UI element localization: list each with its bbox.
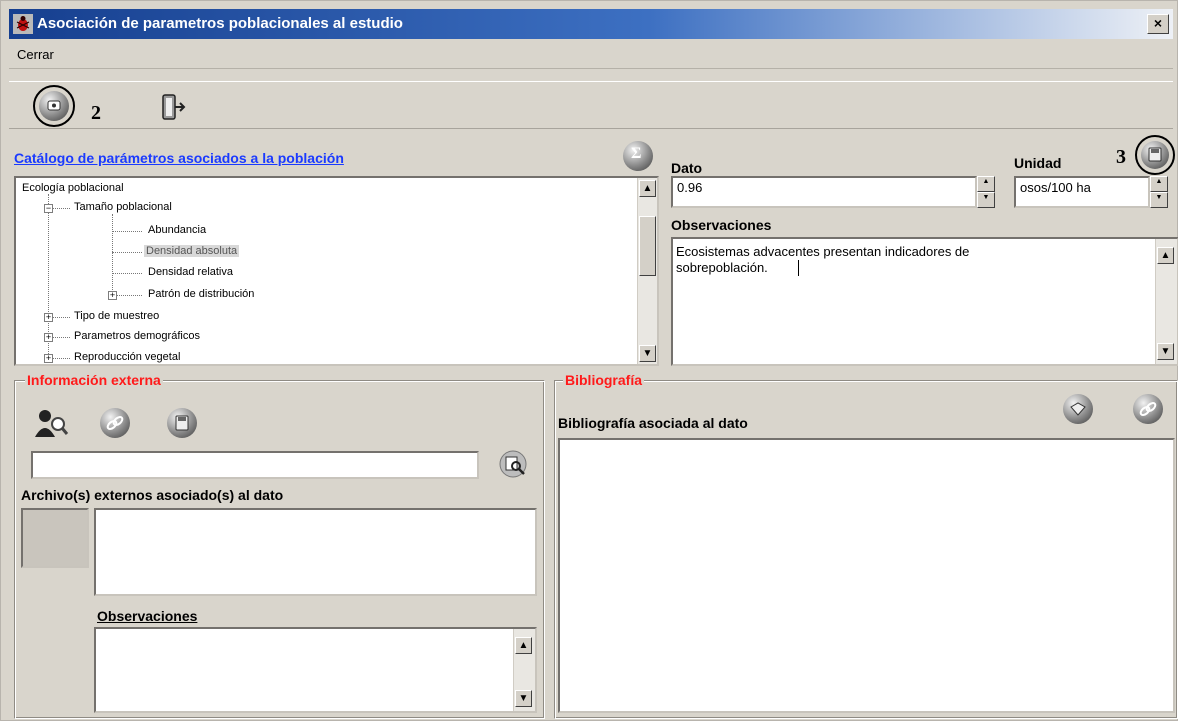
- bibliografia-list[interactable]: [558, 438, 1175, 713]
- scroll-up-button[interactable]: ▲: [515, 637, 532, 654]
- spin-up-button[interactable]: ▲: [1150, 176, 1168, 192]
- exit-door-icon[interactable]: [157, 92, 187, 122]
- tree-expand-toggle[interactable]: +: [44, 333, 53, 342]
- tree-content: − + + + + Ecología poblacional Tamaño po…: [16, 178, 636, 364]
- tree-item[interactable]: Densidad relativa: [148, 266, 233, 278]
- file-preview-box: [21, 508, 89, 568]
- scroll-down-button[interactable]: ▼: [639, 345, 656, 362]
- toolbar: 2: [9, 81, 1173, 129]
- bibliografia-subtitle: Bibliografía asociada al dato: [558, 415, 748, 431]
- observaciones-label: Observaciones: [671, 217, 772, 233]
- tree-item[interactable]: Reproducción vegetal: [74, 351, 180, 363]
- tree-item[interactable]: Tipo de muestreo: [74, 310, 159, 322]
- link-icon[interactable]: [100, 408, 130, 438]
- spin-up-button[interactable]: ▲: [977, 176, 995, 192]
- dialog-window: Asociación de parametros poblacionales a…: [0, 0, 1178, 721]
- menu-item-cerrar[interactable]: Cerrar: [17, 47, 54, 62]
- scroll-down-button[interactable]: ▼: [515, 690, 532, 707]
- tree-expand-toggle[interactable]: +: [108, 291, 117, 300]
- tree-connector: [112, 214, 113, 296]
- observaciones-scrollbar[interactable]: ▲ ▼: [1155, 239, 1177, 364]
- spin-down-button[interactable]: ▼: [1150, 192, 1168, 208]
- title-bar: Asociación de parametros poblacionales a…: [9, 9, 1173, 39]
- dato-label: Dato: [671, 160, 703, 176]
- menu-bar: Cerrar: [9, 41, 1173, 69]
- tree-item[interactable]: Abundancia: [148, 224, 206, 236]
- app-bug-icon: [13, 14, 33, 34]
- window-title: Asociación de parametros poblacionales a…: [37, 15, 403, 32]
- tree-scrollbar[interactable]: ▲ ▼: [637, 178, 657, 364]
- bibliografia-title: Bibliografía: [563, 372, 645, 388]
- external-files-list[interactable]: [94, 508, 537, 596]
- link-icon[interactable]: [1133, 394, 1163, 424]
- stats-sigma-icon[interactable]: Σ: [623, 141, 653, 171]
- tree-item-selected[interactable]: Densidad absoluta: [144, 245, 240, 257]
- annotation-number-3: 3: [1116, 146, 1126, 168]
- info-externa-title: Información externa: [25, 372, 163, 388]
- external-observaciones-label: Observaciones: [97, 608, 198, 624]
- scroll-up-button[interactable]: ▲: [639, 180, 656, 197]
- dato-field[interactable]: 0.96: [671, 176, 977, 208]
- tree-expand-toggle[interactable]: +: [44, 354, 53, 363]
- select-book-icon[interactable]: [1063, 394, 1093, 424]
- archivos-label: Archivo(s) externos asociado(s) al dato: [21, 487, 284, 503]
- save-disk-icon[interactable]: [167, 408, 197, 438]
- scroll-thumb[interactable]: [639, 216, 656, 276]
- text-cursor: [798, 260, 799, 276]
- annotation-number-2: 2: [91, 102, 101, 124]
- tree-connector: [112, 231, 142, 232]
- tree-item[interactable]: Parametros demográficos: [74, 330, 200, 342]
- tree-connector: [112, 273, 142, 274]
- observaciones-line: Ecosistemas advacentes presentan indicad…: [676, 244, 970, 259]
- scroll-down-button[interactable]: ▼: [1157, 343, 1174, 360]
- dato-spinner[interactable]: ▲ ▼: [977, 176, 995, 208]
- tree-item[interactable]: Tamaño poblacional: [74, 201, 172, 213]
- external-observaciones-textarea[interactable]: ▲ ▼: [94, 627, 537, 713]
- search-doc-icon[interactable]: [498, 449, 530, 481]
- close-button[interactable]: ×: [1147, 14, 1169, 34]
- parameter-tree[interactable]: − + + + + Ecología poblacional Tamaño po…: [14, 176, 659, 366]
- observaciones-line: sobrepoblación.: [676, 260, 768, 275]
- catalog-title-link[interactable]: Catálogo de parámetros asociados a la po…: [14, 150, 344, 166]
- save-disk-icon[interactable]: [1141, 141, 1169, 169]
- unidad-label: Unidad: [1014, 155, 1062, 171]
- db-connect-icon[interactable]: [39, 91, 69, 121]
- tree-connector: [112, 252, 142, 253]
- scroll-up-button[interactable]: ▲: [1157, 247, 1174, 264]
- tree-expand-toggle[interactable]: +: [44, 313, 53, 322]
- search-person-icon[interactable]: [31, 407, 71, 439]
- observaciones-textarea[interactable]: Ecosistemas advacentes presentan indicad…: [671, 237, 1178, 366]
- spin-down-button[interactable]: ▼: [977, 192, 995, 208]
- tree-item[interactable]: Ecología poblacional: [22, 182, 124, 194]
- external-path-field[interactable]: [31, 451, 479, 479]
- unidad-spinner[interactable]: ▲ ▼: [1150, 176, 1168, 208]
- external-observaciones-scrollbar[interactable]: ▲ ▼: [513, 629, 535, 711]
- tree-item[interactable]: Patrón de distribución: [148, 288, 254, 300]
- unidad-field[interactable]: osos/100 ha: [1014, 176, 1150, 208]
- tree-collapse-toggle[interactable]: −: [44, 204, 53, 213]
